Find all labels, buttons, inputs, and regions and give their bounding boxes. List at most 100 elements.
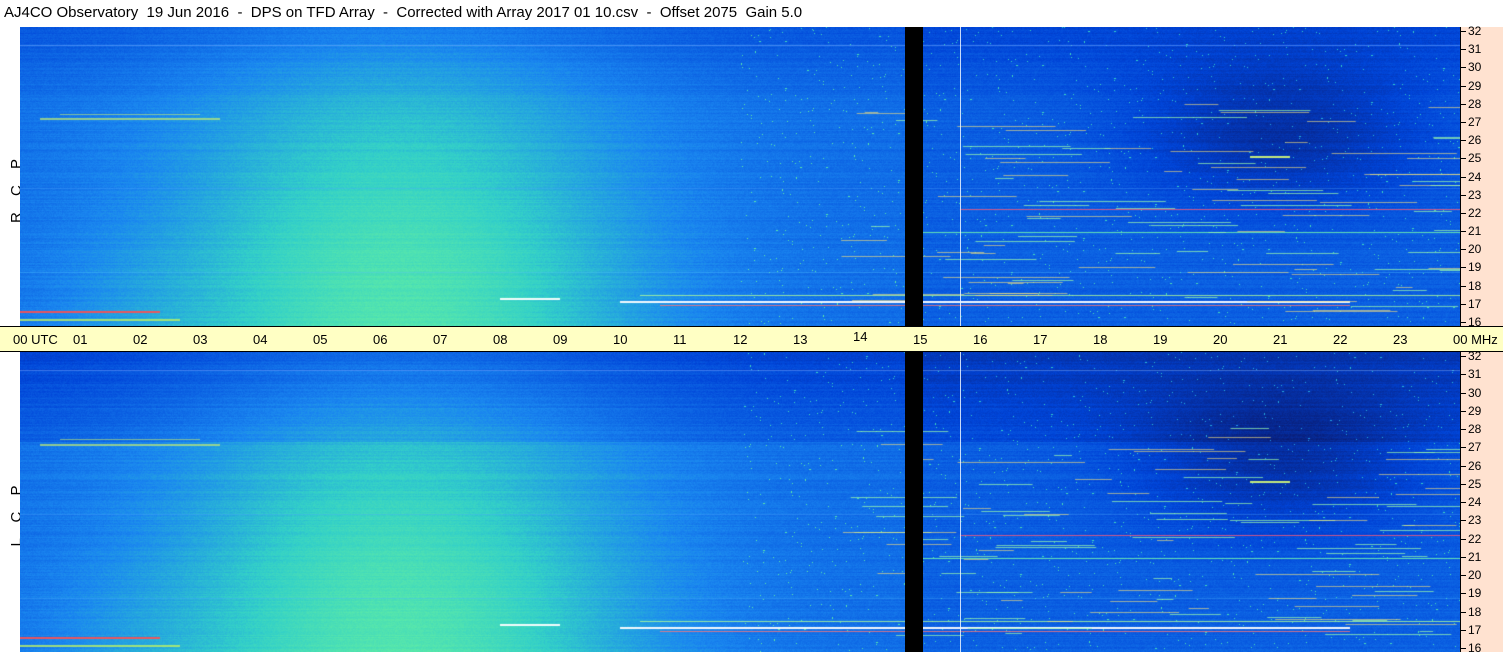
frequency-tick-mark — [1461, 502, 1466, 503]
frequency-tick-mark — [1461, 31, 1466, 32]
frequency-tick-label: 23 — [1468, 513, 1482, 527]
frequency-tick-label: 28 — [1468, 422, 1482, 436]
rcp-data-gap — [905, 27, 923, 326]
frequency-tick-label: 29 — [1468, 404, 1482, 418]
frequency-tick-label: 27 — [1468, 440, 1482, 454]
frequency-tick-mark — [1461, 374, 1466, 375]
frequency-tick-label: 17 — [1468, 623, 1482, 637]
frequency-tick-label: 24 — [1468, 495, 1482, 509]
time-label: 18 — [1093, 332, 1108, 347]
time-label: 09 — [553, 332, 568, 347]
frequency-tick-mark — [1461, 67, 1466, 68]
lcp-spectrogram — [20, 352, 1460, 652]
frequency-tick-label: 20 — [1468, 568, 1482, 582]
lcp-label: L C P — [0, 455, 25, 547]
frequency-tick-label: 32 — [1468, 24, 1482, 38]
frequency-tick-label: 28 — [1468, 97, 1482, 111]
frequency-tick-mark — [1461, 557, 1466, 558]
frequency-tick-mark — [1461, 612, 1466, 613]
frequency-tick-mark — [1461, 322, 1466, 323]
frequency-tick-label: 22 — [1468, 532, 1482, 546]
lcp-data-gap — [905, 352, 923, 652]
frequency-tick-mark — [1461, 249, 1466, 250]
frequency-tick-mark — [1461, 140, 1466, 141]
rcp-heatmap — [20, 27, 1460, 326]
time-label: 10 — [613, 332, 628, 347]
time-label: 06 — [373, 332, 388, 347]
frequency-tick-mark — [1461, 122, 1466, 123]
frequency-tick-label: 21 — [1468, 224, 1482, 238]
time-label: 20 — [1213, 332, 1228, 347]
frequency-tick-mark — [1461, 593, 1466, 594]
time-label: 23 — [1393, 332, 1408, 347]
frequency-tick-mark — [1461, 304, 1466, 305]
frequency-tick-label: 31 — [1468, 367, 1482, 381]
lcp-heatmap — [20, 352, 1460, 652]
frequency-tick-mark — [1461, 648, 1466, 649]
time-label: 11 — [673, 332, 687, 347]
time-label: 08 — [493, 332, 508, 347]
utc-time-axis: 00 UTC 01 02 03 04 05 06 07 08 09 10 11 12 13 14 15 16 17… — [0, 326, 1503, 352]
rcp-frequency-axis: 32 31 30 29 28 27 26 25 24 23 22 21 20 19 18 17 16 — [1460, 24, 1503, 328]
frequency-tick-label: 16 — [1468, 641, 1482, 655]
frequency-tick-mark — [1461, 49, 1466, 50]
time-label: 02 — [133, 332, 148, 347]
time-label: 17 — [1033, 332, 1048, 347]
frequency-tick-mark — [1461, 411, 1466, 412]
bottom-margin — [0, 652, 1460, 672]
frequency-tick-label: 19 — [1468, 586, 1482, 600]
frequency-tick-mark — [1461, 158, 1466, 159]
frequency-tick-mark — [1461, 213, 1466, 214]
rcp-vertical-line — [960, 27, 961, 326]
frequency-tick-label: 31 — [1468, 42, 1482, 56]
frequency-tick-label: 18 — [1468, 279, 1482, 293]
frequency-tick-label: 27 — [1468, 115, 1482, 129]
time-label: 00 UTC — [13, 332, 58, 347]
frequency-tick-mark — [1461, 267, 1466, 268]
time-label: 13 — [793, 332, 808, 347]
time-label: 03 — [193, 332, 208, 347]
time-label: 22 — [1333, 332, 1348, 347]
time-label: 00 MHz — [1453, 332, 1498, 347]
frequency-tick-mark — [1461, 484, 1466, 485]
frequency-tick-label: 22 — [1468, 206, 1482, 220]
frequency-tick-mark — [1461, 286, 1466, 287]
rcp-spectrogram — [20, 27, 1460, 326]
time-label: 04 — [253, 332, 268, 347]
time-label: 07 — [433, 332, 448, 347]
time-label: 05 — [313, 332, 328, 347]
frequency-tick-label: 20 — [1468, 242, 1482, 256]
frequency-tick-label: 19 — [1468, 260, 1482, 274]
chart-title: AJ4CO Observatory 19 Jun 2016 - DPS on T… — [4, 4, 803, 21]
frequency-tick-label: 25 — [1468, 151, 1482, 165]
frequency-tick-mark — [1461, 429, 1466, 430]
frequency-tick-mark — [1461, 231, 1466, 232]
frequency-tick-mark — [1461, 195, 1466, 196]
frequency-tick-label: 29 — [1468, 79, 1482, 93]
time-label: 15 — [913, 332, 928, 347]
frequency-tick-label: 30 — [1468, 60, 1482, 74]
frequency-tick-mark — [1461, 104, 1466, 105]
time-label: 19 — [1153, 332, 1168, 347]
frequency-tick-mark — [1461, 520, 1466, 521]
frequency-tick-label: 23 — [1468, 188, 1482, 202]
time-label: 21 — [1273, 332, 1288, 347]
frequency-tick-label: 26 — [1468, 133, 1482, 147]
time-label: 01 — [73, 332, 88, 347]
time-label: 16 — [973, 332, 988, 347]
frequency-tick-mark — [1461, 539, 1466, 540]
frequency-tick-mark — [1461, 86, 1466, 87]
frequency-tick-mark — [1461, 630, 1466, 631]
frequency-tick-label: 24 — [1468, 170, 1482, 184]
frequency-tick-label: 26 — [1468, 459, 1482, 473]
time-label: 14 — [853, 329, 868, 344]
frequency-tick-label: 30 — [1468, 386, 1482, 400]
frequency-tick-label: 21 — [1468, 550, 1482, 564]
lcp-vertical-line — [960, 352, 961, 652]
frequency-tick-label: 25 — [1468, 477, 1482, 491]
frequency-tick-mark — [1461, 447, 1466, 448]
frequency-tick-mark — [1461, 356, 1466, 357]
frequency-tick-mark — [1461, 466, 1466, 467]
time-label: 12 — [733, 332, 748, 347]
frequency-tick-label: 17 — [1468, 297, 1482, 311]
